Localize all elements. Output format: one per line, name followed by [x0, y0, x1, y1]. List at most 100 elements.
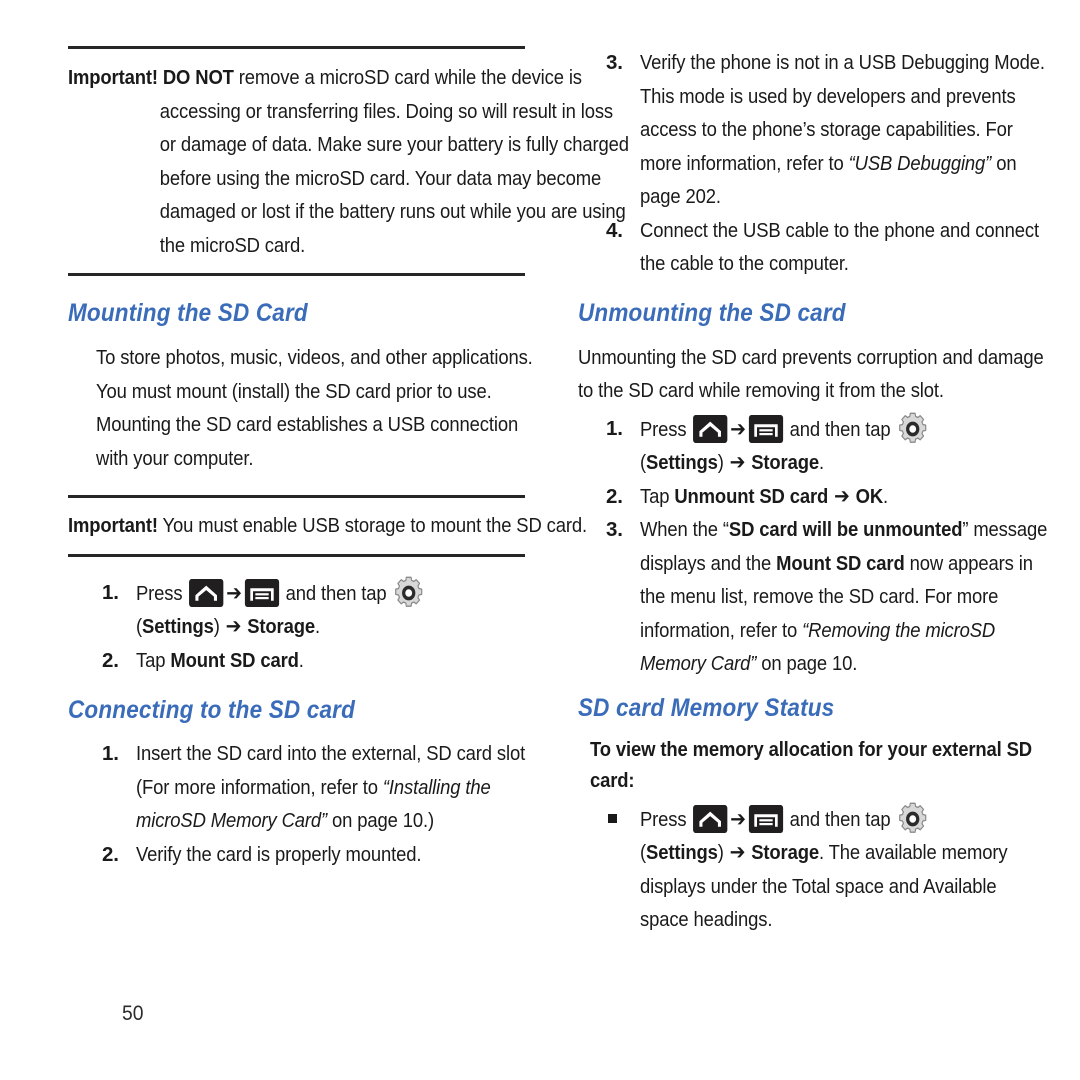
list-item: 4. Connect the USB cable to the phone an… — [578, 214, 1048, 281]
list-marker: 3. — [606, 518, 623, 541]
heading-mounting-sd-card: Mounting the SD Card — [68, 299, 308, 327]
right-column: 3. Verify the phone is not in a USB Debu… — [578, 0, 1048, 937]
paren-close: ) — [213, 615, 220, 638]
storage-label: Storage — [751, 451, 819, 474]
list-marker: 1. — [102, 742, 119, 765]
step-press-label: Press — [640, 807, 692, 831]
list-item: Press ➔ and then tap (Settings) ➔ Storag… — [578, 802, 1048, 937]
settings-gear-icon[interactable] — [393, 576, 424, 610]
heading-connecting-sd-card: Connecting to the SD card — [68, 696, 356, 724]
period: . — [298, 648, 304, 672]
list-item: 1. Press ➔ and then tap (Settings) ➔ Sto… — [68, 576, 538, 644]
paragraph-unmounting: Unmounting the SD card prevents corrupti… — [578, 345, 1044, 403]
manual-page: Important! DO NOT remove a microSD card … — [0, 0, 1080, 1080]
list-item-text: Insert the SD card into the external, SD… — [136, 737, 538, 838]
settings-label: Settings — [646, 451, 718, 474]
important-note-2: Important! You must enable USB storage t… — [68, 495, 587, 557]
unmounted-message-label: SD card will be unmounted — [728, 518, 963, 541]
steps-memory-status: Press ➔ and then tap (Settings) ➔ Storag… — [578, 802, 1048, 937]
arrow-icon-2: ➔ — [729, 451, 746, 474]
mount-sd-card-label: Mount SD card — [776, 551, 905, 575]
settings-label: Settings — [646, 841, 718, 864]
settings-gear-icon[interactable] — [897, 802, 928, 836]
tap-label: Tap — [136, 648, 171, 672]
paragraph-mounting-wrap: To store photos, music, videos, and othe… — [68, 341, 538, 475]
step-tap-label: and then tap — [280, 581, 392, 605]
list-marker: 1. — [606, 416, 623, 440]
paren-close: ) — [717, 451, 724, 474]
square-bullet-icon — [608, 813, 617, 823]
home-icon[interactable] — [693, 414, 728, 443]
memory-status-intro: To view the memory allocation for your e… — [590, 737, 1032, 792]
list-item: 2. Tap Unmount SD card ➔ OK. — [578, 480, 1048, 514]
ok-label: OK — [855, 484, 884, 508]
paren-close: ) — [717, 841, 724, 864]
arrow-icon-3: ➔ — [834, 484, 850, 508]
list-item-text: Press ➔ and then tap (Settings) ➔ Storag… — [136, 576, 538, 644]
home-icon[interactable] — [189, 578, 224, 607]
storage-label: Storage — [751, 841, 819, 864]
list-marker: 2. — [102, 648, 119, 672]
steps-connecting: 1. Insert the SD card into the external,… — [68, 737, 538, 871]
home-icon[interactable] — [693, 804, 728, 833]
do-not-emphasis: DO NOT — [162, 66, 234, 89]
steps-connecting-continued: 3. Verify the phone is not in a USB Debu… — [578, 46, 1048, 281]
important-note-1-body: remove a microSD card while the device i… — [159, 66, 629, 257]
storage-label: Storage — [247, 615, 315, 638]
arrow-icon-2: ➔ — [225, 615, 242, 638]
arrow-icon-2: ➔ — [729, 841, 746, 864]
list-item-text: Verify the card is properly mounted. — [136, 842, 422, 866]
menu-icon[interactable] — [748, 804, 783, 833]
unmount-sd-card-label: Unmount SD card — [674, 484, 829, 508]
list-item-text: Verify the phone is not in a USB Debuggi… — [640, 46, 1048, 214]
list-marker: 3. — [606, 51, 623, 74]
heading-sd-card-memory-status: SD card Memory Status — [578, 693, 835, 722]
steps-mounting: 1. Press ➔ and then tap (Settings) ➔ Sto… — [68, 576, 538, 678]
list-item-text: Connect the USB cable to the phone and c… — [640, 218, 1039, 276]
step-press-label: Press — [640, 417, 692, 441]
step-press-label: Press — [136, 581, 188, 605]
list-item: 1. Press ➔ and then tap (Settings) ➔ Sto… — [578, 412, 1048, 480]
period: . — [818, 451, 824, 474]
heading-unmounting-sd-card: Unmounting the SD card — [578, 298, 846, 327]
period: . — [314, 615, 320, 638]
period: . — [883, 484, 889, 508]
step-tap-label: and then tap — [784, 417, 896, 441]
step-text-a: When the “ — [640, 518, 729, 541]
list-marker: 4. — [606, 218, 623, 242]
list-item-text: Press ➔ and then tap (Settings) ➔ Storag… — [640, 412, 1048, 480]
important-note-1-text: Important! DO NOT remove a microSD card … — [68, 61, 629, 262]
menu-icon[interactable] — [244, 578, 279, 607]
page-number: 50 — [122, 1002, 144, 1025]
list-item: 2. Tap Mount SD card. — [68, 644, 538, 678]
important-label-2: Important! — [68, 514, 158, 537]
important-note-1: Important! DO NOT remove a microSD card … — [68, 46, 629, 276]
step-text-b: on page 10.) — [327, 809, 435, 832]
arrow-icon: ➔ — [226, 581, 242, 605]
arrow-icon: ➔ — [730, 417, 746, 441]
list-marker: 2. — [606, 484, 623, 508]
menu-icon[interactable] — [748, 414, 783, 443]
list-item: 3. When the “SD card will be unmounted” … — [578, 513, 1048, 681]
tap-label: Tap — [640, 484, 675, 508]
list-item-text: Tap Unmount SD card ➔ OK. — [640, 480, 1048, 514]
list-item: 2. Verify the card is properly mounted. — [68, 838, 538, 872]
important-label: Important! — [68, 66, 158, 89]
list-item-text: Press ➔ and then tap (Settings) ➔ Storag… — [640, 802, 1048, 937]
arrow-icon: ➔ — [730, 807, 746, 831]
important-note-2-body: You must enable USB storage to mount the… — [157, 514, 588, 537]
steps-unmounting: 1. Press ➔ and then tap (Settings) ➔ Sto… — [578, 412, 1048, 681]
list-item: 3. Verify the phone is not in a USB Debu… — [578, 46, 1048, 214]
mount-sd-card-label: Mount SD card — [170, 648, 299, 672]
list-item: 1. Insert the SD card into the external,… — [68, 737, 538, 838]
list-marker: 2. — [102, 842, 119, 866]
list-item-text: Tap Mount SD card. — [136, 644, 538, 678]
step-tap-label: and then tap — [784, 807, 896, 831]
important-note-2-text: Important! You must enable USB storage t… — [68, 509, 629, 543]
settings-label: Settings — [142, 615, 214, 638]
list-marker: 1. — [102, 580, 119, 604]
settings-gear-icon[interactable] — [897, 412, 928, 446]
paragraph-mounting: To store photos, music, videos, and othe… — [96, 346, 533, 470]
cross-reference-title: “USB Debugging” — [848, 151, 992, 175]
memory-status-intro-wrap: To view the memory allocation for your e… — [578, 734, 1048, 796]
